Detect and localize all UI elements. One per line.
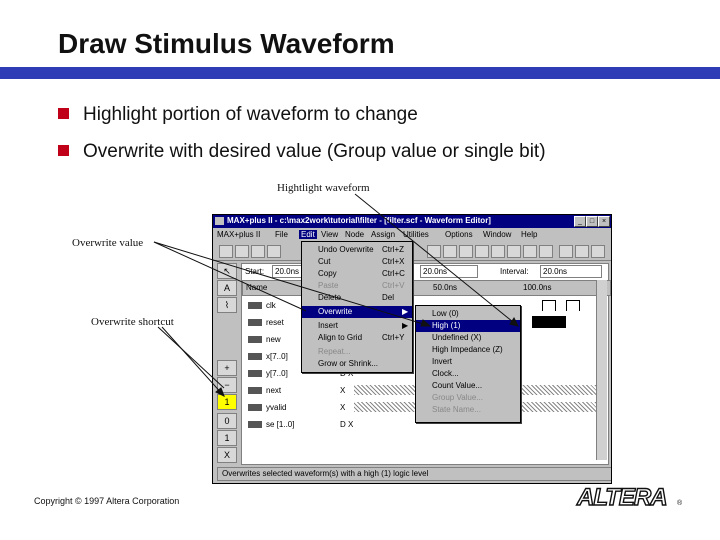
altera-logo: ALTERA	[576, 483, 668, 511]
leader-line-overwrite-value-a	[153, 241, 307, 312]
copyright-text: Copyright © 1997 Altera Corporation	[34, 496, 180, 506]
leader-line-overwrite-value-b	[153, 241, 431, 327]
arrowhead-highlight	[509, 317, 519, 327]
leader-line-highlight	[354, 193, 519, 327]
arrowhead-overwrite-value	[420, 319, 432, 327]
leader-line-shortcut-a	[157, 326, 225, 389]
arrowhead-shortcut	[215, 387, 225, 398]
registered-mark: ®	[677, 500, 683, 507]
callout-leader-lines	[153, 193, 519, 398]
leader-line-shortcut-b	[161, 326, 225, 397]
